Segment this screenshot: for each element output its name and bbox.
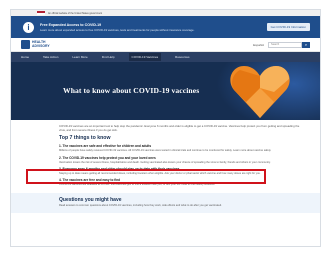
alert-banner: i Free Expanded Access to COVID-19 Learn… <box>11 16 320 38</box>
browser-page: An official website of the United States… <box>10 9 321 247</box>
nav-item-resources[interactable]: Resources <box>175 55 189 59</box>
questions-body: Read answers to common questions about C… <box>59 203 222 207</box>
intro-paragraph: COVID-19 vaccines are an important tool … <box>59 124 300 132</box>
hero-banner: What to know about COVID-19 vaccines <box>11 62 320 120</box>
main-nav: Home Take Action Learn More Find Help CO… <box>11 52 320 62</box>
search-button[interactable]: ⌕ <box>302 41 310 48</box>
step-1-body: Millions of people have safely received … <box>59 149 272 153</box>
heart-illustration-icon <box>230 66 290 118</box>
alert-body: Learn more about expanded access to free… <box>40 27 195 32</box>
site-logo[interactable]: HEALTH ADVISORY <box>21 40 50 49</box>
site-header: HEALTH ADVISORY Español Search ⌕ <box>11 38 320 52</box>
step-2-body: Vaccination lowers the risk of severe il… <box>59 160 271 164</box>
questions-heading: Questions you might have <box>59 196 122 203</box>
language-link[interactable]: Español <box>253 43 264 47</box>
section-heading-top-things: Top 7 things to know <box>59 135 111 142</box>
nav-item-home[interactable]: Home <box>21 55 29 59</box>
alert-title: Free Expanded Access to COVID-19 <box>40 22 102 27</box>
nav-item-take-action[interactable]: Take Action <box>43 55 58 59</box>
search-input[interactable]: Search <box>268 41 302 48</box>
alert-cta-button[interactable]: Get COVID-19 Information <box>266 23 310 31</box>
official-site-text: An official website of the United States… <box>48 11 103 15</box>
highlight-box <box>26 169 266 184</box>
nav-item-find-help[interactable]: Find Help <box>102 55 115 59</box>
us-flag-icon <box>37 11 45 15</box>
logo-mark-icon <box>21 40 30 49</box>
page-title: What to know about COVID-19 vaccines <box>63 86 200 95</box>
main-content: COVID-19 vaccines are an important tool … <box>11 120 320 214</box>
info-icon: i <box>23 21 34 33</box>
step-1-title: 1. The vaccines are safe and effective f… <box>59 144 152 149</box>
nav-item-covid-vaccines[interactable]: COVID-19 Vaccines <box>128 53 162 61</box>
search-icon: ⌕ <box>304 42 308 47</box>
step-2-title: 2. The COVID-19 vaccines help protect yo… <box>59 155 156 160</box>
questions-section: Questions you might have Read answers to… <box>11 192 320 214</box>
logo-text-line-2: ADVISORY <box>32 43 50 48</box>
nav-item-learn-more[interactable]: Learn More <box>72 55 87 59</box>
